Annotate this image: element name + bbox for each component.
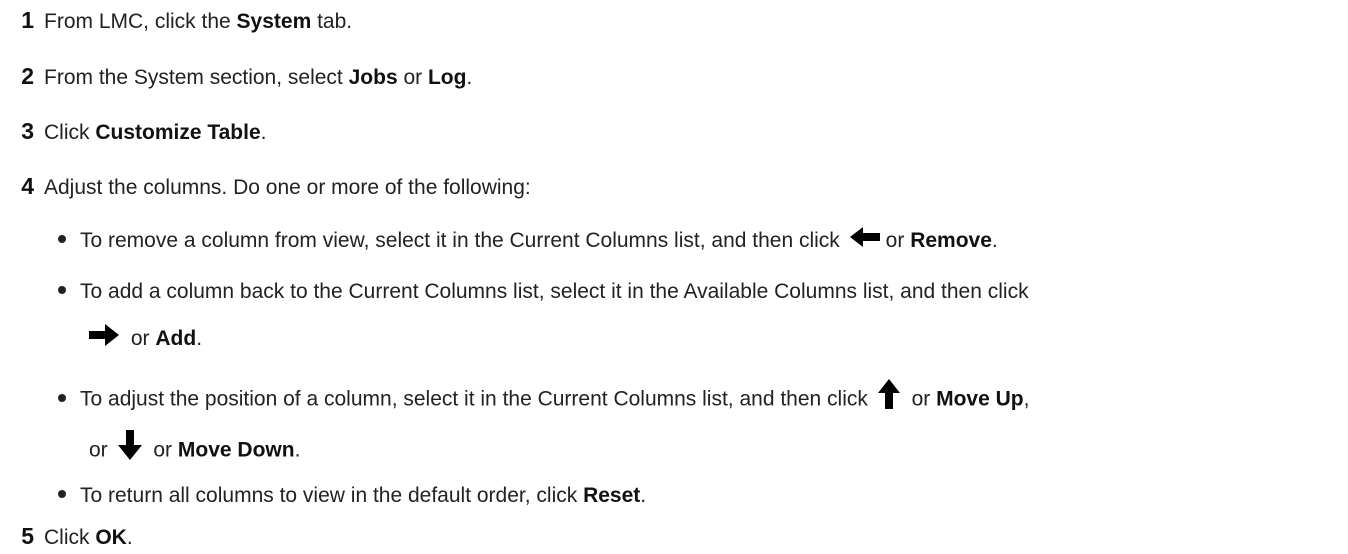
step-number: 5 xyxy=(21,523,34,549)
step-text: Click xyxy=(44,526,96,549)
bullet-text: or xyxy=(89,438,108,462)
punctuation: , xyxy=(1023,387,1030,411)
arrow-left-icon xyxy=(849,227,880,248)
step-text: From LMC, click the xyxy=(44,10,237,33)
step-5: 5 Click OK. xyxy=(0,522,133,552)
step-text: Adjust the columns. Do one or more of th… xyxy=(44,176,531,199)
bullet-remove-column: To remove a column from view, select it … xyxy=(58,227,998,255)
step-4: 4 Adjust the columns. Do one or more of t… xyxy=(0,172,531,202)
ui-term-jobs: Jobs xyxy=(348,66,398,89)
bullet-text: To add a column back to the Current Colu… xyxy=(80,280,1029,303)
bullet-dot xyxy=(58,490,66,499)
step-text: . xyxy=(260,121,267,144)
bullet-text: To return all columns to view in the def… xyxy=(80,484,584,507)
arrow-up-icon xyxy=(877,379,900,409)
step-text: . xyxy=(466,66,473,89)
bullet-text: To remove a column from view, select it … xyxy=(80,229,840,252)
bullet-text: or xyxy=(130,327,150,350)
ui-term-remove: Remove xyxy=(910,229,992,252)
step-2: 2 From the System section, select Jobs or… xyxy=(0,62,472,92)
ui-term-system: System xyxy=(236,10,312,33)
bullet-dot xyxy=(58,286,66,295)
step-1: 1 From LMC, click the System tab. xyxy=(0,6,352,36)
ui-term-move-up: Move Up xyxy=(936,387,1024,411)
punctuation: . xyxy=(294,438,301,462)
step-number: 4 xyxy=(21,173,34,199)
bullet-text: To adjust the position of a column, sele… xyxy=(80,387,868,411)
bullet-add-column: To add a column back to the Current Colu… xyxy=(58,278,1029,306)
step-number: 1 xyxy=(21,7,34,33)
arrow-right-icon xyxy=(89,324,119,347)
punctuation: . xyxy=(640,484,647,507)
bullet-dot xyxy=(58,394,66,402)
ui-term-ok: OK xyxy=(95,526,127,549)
step-text: Click xyxy=(44,121,96,144)
punctuation: . xyxy=(991,229,998,252)
bullet-text: or xyxy=(911,387,931,411)
step-number: 3 xyxy=(21,118,34,144)
bullet-dot xyxy=(58,235,66,244)
ui-term-log: Log xyxy=(427,66,467,89)
step-text: tab. xyxy=(311,10,353,33)
ui-term-reset: Reset xyxy=(583,484,641,507)
step-text: From the System section, select xyxy=(44,66,349,89)
bullet-reset-columns: To return all columns to view in the def… xyxy=(58,482,646,510)
bullet-add-column-continued: or Add. xyxy=(89,324,203,353)
instructions-document: 1 From LMC, click the System tab. 2 From t… xyxy=(0,0,1348,554)
bullet-text: or xyxy=(153,438,173,462)
step-number: 2 xyxy=(21,63,34,89)
step-text: or xyxy=(397,66,428,89)
arrow-down-icon xyxy=(117,430,142,460)
ui-term-customize-table: Customize Table xyxy=(95,121,261,144)
step-text: . xyxy=(126,526,133,549)
step-3: 3 Click Customize Table. xyxy=(0,117,267,147)
punctuation: . xyxy=(196,327,203,350)
bullet-move-column: To adjust the position of a column, sele… xyxy=(58,379,1030,415)
ui-term-add: Add xyxy=(155,327,197,350)
ui-term-move-down: Move Down xyxy=(177,438,295,462)
bullet-move-column-continued: or or Move Down. xyxy=(89,430,301,466)
bullet-text: or xyxy=(885,229,905,252)
